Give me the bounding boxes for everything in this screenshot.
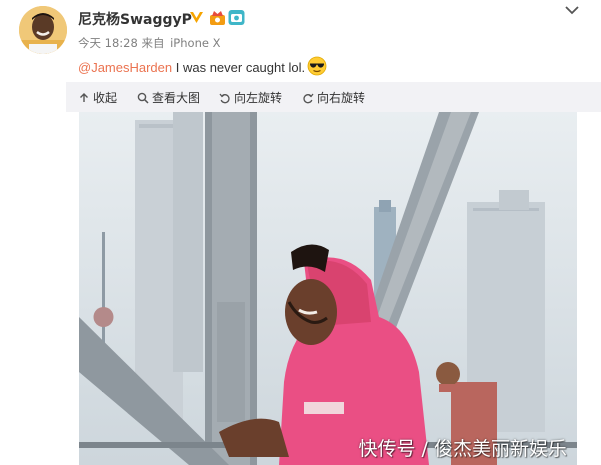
magnifier-icon <box>137 92 149 104</box>
rotate-left-button[interactable]: 向左旋转 <box>219 89 282 106</box>
rotate-right-icon <box>303 93 314 104</box>
source-device[interactable]: iPhone X <box>170 36 220 50</box>
post-text: @JamesHarden I was never caught lol. <box>78 56 327 76</box>
photo-scene <box>79 112 577 465</box>
post-meta: 今天 18:28 来自 iPhone X <box>78 35 220 51</box>
collapse-button[interactable]: 收起 <box>78 89 117 106</box>
username[interactable]: 尼克杨SwaggyP <box>78 9 192 29</box>
rotate-left-label: 向左旋转 <box>234 91 283 105</box>
view-large-label: 查看大图 <box>152 91 201 105</box>
post-photo[interactable]: 快传号 / 俊杰美丽新娱乐 <box>79 112 577 465</box>
chevron-down-icon[interactable] <box>563 3 581 17</box>
rotate-left-icon <box>219 93 230 104</box>
post-time[interactable]: 今天 18:28 <box>78 36 138 50</box>
source-prefix: 来自 <box>141 36 165 50</box>
verified-v-icon[interactable] <box>188 9 205 26</box>
watermark: 快传号 / 俊杰美丽新娱乐 <box>358 438 567 460</box>
collapse-label: 收起 <box>93 91 118 105</box>
avatar-image <box>19 6 67 54</box>
camera-badge-icon[interactable] <box>228 9 245 26</box>
view-large-button[interactable]: 查看大图 <box>137 89 200 106</box>
rotate-right-label: 向右旋转 <box>317 91 366 105</box>
member-crown-icon[interactable] <box>209 9 226 26</box>
rotate-right-button[interactable]: 向右旋转 <box>302 89 365 106</box>
post-header: 尼克杨SwaggyP 今天 18:28 来自 iPhone X @JamesHa… <box>0 0 601 82</box>
sunglasses-emoji-icon <box>307 56 327 76</box>
collapse-arrow-icon <box>80 93 88 102</box>
mention-link[interactable]: @JamesHarden <box>78 60 172 75</box>
post-body: I was never caught lol. <box>172 60 306 75</box>
image-toolbar: 收起 查看大图 向左旋转 向右旋转 <box>66 82 601 112</box>
avatar[interactable] <box>19 6 67 54</box>
